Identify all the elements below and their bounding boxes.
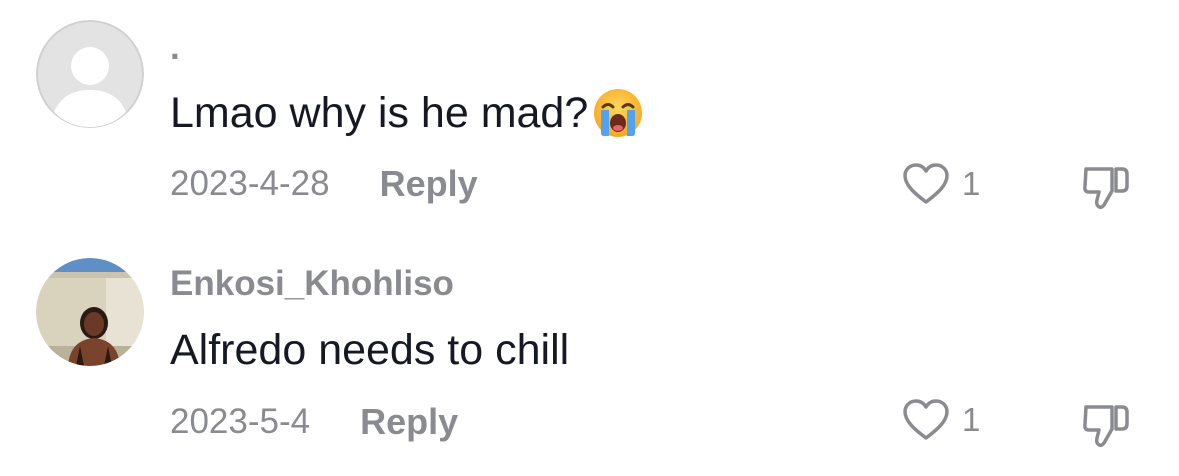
comment-text-content: Alfredo needs to chill: [170, 326, 570, 374]
reply-button[interactable]: Reply: [380, 163, 478, 205]
like-button[interactable]: 1: [902, 398, 980, 442]
comment-date: 2023-4-28: [170, 164, 330, 203]
comment-date: 2023-5-4: [170, 402, 311, 441]
comment-text-content: Lmao why is he mad?: [170, 88, 589, 137]
avatar[interactable]: [36, 20, 144, 128]
like-count: 1: [962, 165, 981, 202]
loudly-crying-face-icon: [594, 89, 643, 137]
comment-meta: 2023-5-4 Reply: [170, 401, 458, 443]
comment-username[interactable]: Enkosi_Khohliso: [170, 264, 454, 304]
like-button[interactable]: 1: [902, 162, 980, 206]
thumbs-down-icon: [1083, 167, 1129, 210]
thumbs-down-icon: [1083, 405, 1129, 448]
reply-button[interactable]: Reply: [360, 401, 458, 443]
user-photo-avatar-icon: [36, 258, 144, 366]
comment-text: Lmao why is he mad?: [170, 87, 644, 139]
comment-item: Enkosi_Khohliso Alfredo needs to chill 2…: [0, 238, 1179, 476]
dislike-button[interactable]: [1080, 163, 1132, 216]
heart-outline-icon: [903, 399, 949, 440]
dislike-button[interactable]: [1080, 401, 1132, 454]
comment-username[interactable]: .: [170, 28, 180, 68]
avatar[interactable]: [36, 258, 144, 366]
like-count: 1: [962, 401, 981, 438]
comment-meta: 2023-4-28 Reply: [170, 163, 478, 205]
default-avatar-icon: [36, 20, 144, 128]
comment-text: Alfredo needs to chill: [170, 326, 569, 375]
comment-item: . Lmao why is he mad? 2023-4-28 Reply 1: [0, 0, 1179, 238]
heart-outline-icon: [903, 163, 949, 204]
